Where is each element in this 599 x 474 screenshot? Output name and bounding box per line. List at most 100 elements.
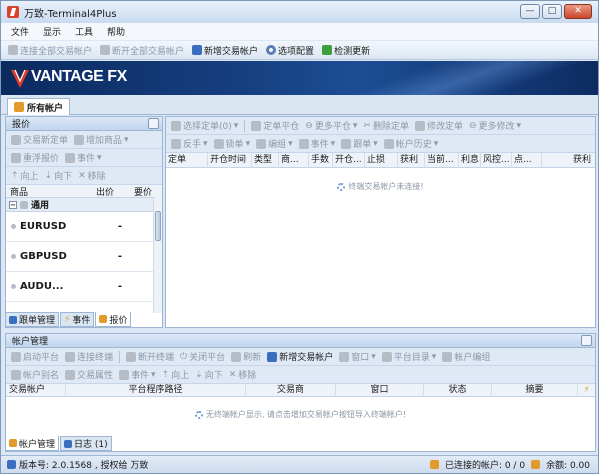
col-broker[interactable]: 交易商 [246,383,336,397]
move-down-button[interactable]: ⇣ 向下 [42,168,76,183]
disconnect-all-button[interactable]: 断开全部交易帐户 [97,43,187,58]
log-icon [64,439,73,448]
add-symbol-button[interactable]: 增加商品 ▾ [71,132,132,147]
menu-tools[interactable]: 工具 [75,25,93,38]
quote-events-button[interactable]: 事件 ▾ [62,150,105,165]
add-trading-account-button[interactable]: 新增交易帐户 [264,349,336,364]
col-window[interactable]: 窗口 [336,383,424,397]
tab-copy-trade[interactable]: 跟单管理 [5,312,60,327]
status-bar: 版本号: 2.0.1568 , 授权给 万致 已连接的帐户: 0 / 0 余额:… [1,455,598,473]
col-status[interactable]: 状态 [424,383,492,397]
account-alias-button[interactable]: 帐户别名 [8,367,62,382]
col-trading-account[interactable]: 交易帐户 [6,383,66,397]
account-column-header: 交易帐户 平台程序路径 交易商 窗口 状态 摘要 ⚡ [6,383,595,397]
more-modify-button[interactable]: ⊖ 更多修改 ▾ [466,118,524,133]
minimize-button[interactable]: — [520,4,540,19]
close-platform-button[interactable]: ⏻ 关闭平台 [177,349,228,364]
platform-dir-button[interactable]: 平台目录 ▾ [379,349,440,364]
tab-account-manager[interactable]: 帐户管理 [5,436,60,451]
remove-button[interactable]: ✕ 移除 [75,168,109,183]
col-symbol[interactable]: 商品 [6,185,76,198]
quote-scrollbar[interactable] [153,197,162,313]
account-move-down-button[interactable]: ⇣ 向下 [192,367,226,382]
new-account-button[interactable]: 新增交易帐户 [189,43,261,58]
remove-icon: ✕ [228,369,237,380]
quote-row[interactable]: EURUSD - - [6,212,162,242]
maximize-button[interactable]: □ [542,4,562,19]
start-platform-button[interactable]: 启动平台 [8,349,62,364]
lock-button[interactable]: 锁单 ▾ [211,136,254,151]
col-bid[interactable]: 出价 [76,185,114,198]
window-button[interactable]: 窗口 ▾ [336,349,379,364]
more-close-button[interactable]: ⊖ 更多平仓 ▾ [302,118,360,133]
delete-order-button[interactable]: ✂ 删除定单 [360,118,412,133]
scrollbar-thumb[interactable] [155,211,161,241]
account-history-button[interactable]: 帐户历史 ▾ [381,136,442,151]
col-order[interactable]: 定单 [166,152,208,168]
col-ask[interactable]: 要价 [114,185,152,198]
refresh-quote-button[interactable]: 重浮报价 [8,150,62,165]
window-title: 万致-Terminal4Plus [24,8,117,20]
col-type[interactable]: 类型 [252,152,279,168]
col-open-price[interactable]: 开仓... [333,152,365,168]
properties-icon [65,369,76,380]
account-events-button[interactable]: 事件 ▾ [116,367,159,382]
bottom-tabs: 帐户管理 日志 (1) [5,436,112,451]
trade-properties-button[interactable]: 交易属性 [62,367,116,382]
move-up-button[interactable]: ⇡ 向上 [8,168,42,183]
col-symbol[interactable]: 商... [279,152,309,168]
collapse-icon[interactable]: − [9,200,17,209]
follow-button[interactable]: 跟单 ▾ [338,136,381,151]
check-update-button[interactable]: 检测更新 [319,43,373,58]
col-points[interactable]: 点... [512,152,542,168]
group-label: 通用 [31,201,50,211]
close-order-button[interactable]: 定单平仓 [248,118,302,133]
new-order-button[interactable]: 交易新定单 [8,132,71,147]
account-move-up-button[interactable]: ⇡ 向上 [159,367,193,382]
reverse-button[interactable]: 反手 ▾ [168,136,211,151]
tab-events[interactable]: ⚡ 事件 [60,312,95,327]
pin-icon[interactable] [148,118,159,129]
menu-help[interactable]: 帮助 [107,25,125,38]
pin-icon[interactable] [581,335,592,346]
lightning-icon: ⚡ [64,314,71,325]
close-order-icon [251,120,262,131]
col-stop-loss[interactable]: 止损 [365,152,398,168]
col-take-profit[interactable]: 获利 [398,152,425,168]
options-button[interactable]: 选项配置 [263,43,317,58]
new-order-icon [11,134,21,145]
account-remove-button[interactable]: ✕ 移除 [226,367,260,382]
quote-symbol: GBPUSD [20,251,67,262]
tab-log[interactable]: 日志 (1) [60,436,112,451]
connect-terminal-button[interactable]: 连接终端 [62,349,116,364]
refresh-icon [231,351,242,362]
quote-row[interactable]: GBPUSD - - [6,242,162,272]
modify-order-button[interactable]: 修改定单 [412,118,466,133]
lightning-icon[interactable]: ⚡ [578,384,595,397]
quote-row[interactable]: AUDU... - - [6,272,162,302]
select-orders-button[interactable]: 选择定单(0) ▾ [168,118,241,133]
copy-trade-icon [9,315,17,324]
col-current[interactable]: 当前... [425,152,459,168]
tab-all-accounts[interactable]: 所有帐户 [7,98,71,115]
tab-quotes[interactable]: 报价 [95,312,132,327]
connect-all-button[interactable]: 连接全部交易帐户 [5,43,95,58]
menu-file[interactable]: 文件 [11,25,29,38]
account-group-button[interactable]: 帐户编组 [439,349,493,364]
col-profit[interactable]: 获利 [542,153,595,168]
refresh-button[interactable]: 刷新 [228,349,264,364]
col-open-time[interactable]: 开仓时间 [208,152,252,168]
col-summary[interactable]: 摘要 [492,383,578,397]
window-icon [339,351,350,362]
col-risk[interactable]: 风控... [481,152,512,168]
group-button[interactable]: 编组 ▾ [253,136,296,151]
disconnect-terminal-button[interactable]: 断开终端 [123,349,177,364]
close-button[interactable]: ✕ [564,4,592,19]
order-events-button[interactable]: 事件 ▾ [296,136,339,151]
col-platform-path[interactable]: 平台程序路径 [66,383,246,397]
col-swap[interactable]: 利息 [459,152,481,168]
quote-group[interactable]: − 通用 [6,198,162,212]
follow-icon [341,138,352,149]
menu-view[interactable]: 显示 [43,25,61,38]
col-lots[interactable]: 手数 [309,152,333,168]
